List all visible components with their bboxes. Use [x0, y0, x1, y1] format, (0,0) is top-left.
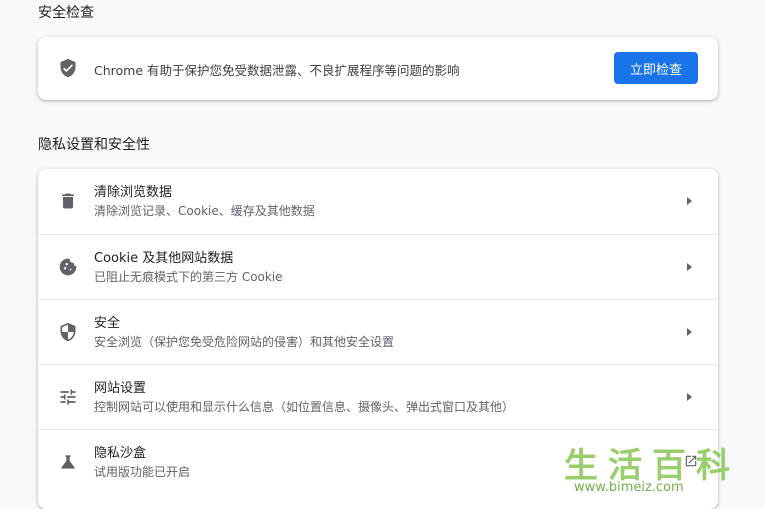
chevron-right-icon: [687, 328, 692, 336]
row-subtitle: 试用版功能已开启: [94, 465, 191, 479]
chevron-right-icon: [687, 197, 692, 205]
check-now-button[interactable]: 立即检查: [614, 52, 698, 84]
safety-check-description: Chrome 有助于保护您免受数据泄露、不良扩展程序等问题的影响: [94, 63, 460, 78]
safety-check-title: 安全检查: [38, 5, 94, 21]
privacy-settings-card: 清除浏览数据 清除浏览记录、Cookie、缓存及其他数据 Cookie 及其他网…: [38, 169, 718, 509]
row-title: 清除浏览数据: [94, 185, 173, 200]
clear-browsing-data-row[interactable]: 清除浏览数据 清除浏览记录、Cookie、缓存及其他数据: [38, 169, 718, 234]
safety-check-card: Chrome 有助于保护您免受数据泄露、不良扩展程序等问题的影响 立即检查: [38, 37, 718, 100]
privacy-security-title: 隐私设置和安全性: [38, 137, 150, 153]
chevron-right-icon: [687, 393, 692, 401]
chevron-right-icon: [687, 263, 692, 271]
row-subtitle: 控制网站可以使用和显示什么信息（如位置信息、摄像头、弹出式窗口及其他）: [94, 400, 515, 414]
row-subtitle: 安全浏览（保护您免受危险网站的侵害）和其他安全设置: [94, 335, 395, 349]
shield-check-icon: [58, 58, 78, 78]
row-title: 隐私沙盒: [94, 446, 147, 461]
flask-icon: [58, 452, 78, 472]
security-row[interactable]: 安全 安全浏览（保护您免受危险网站的侵害）和其他安全设置: [38, 299, 718, 365]
open-in-new-icon[interactable]: [684, 454, 698, 468]
row-title: Cookie 及其他网站数据: [94, 251, 234, 266]
tune-icon: [58, 387, 78, 407]
cookies-site-data-row[interactable]: Cookie 及其他网站数据 已阻止无痕模式下的第三方 Cookie: [38, 234, 718, 300]
row-subtitle: 已阻止无痕模式下的第三方 Cookie: [94, 270, 283, 284]
row-subtitle: 清除浏览记录、Cookie、缓存及其他数据: [94, 204, 315, 218]
cookie-icon: [58, 257, 78, 277]
trash-icon: [58, 191, 78, 211]
row-title: 网站设置: [94, 381, 147, 396]
row-title: 安全: [94, 316, 121, 331]
privacy-sandbox-row[interactable]: 隐私沙盒 试用版功能已开启: [38, 429, 718, 495]
site-settings-row[interactable]: 网站设置 控制网站可以使用和显示什么信息（如位置信息、摄像头、弹出式窗口及其他）: [38, 364, 718, 430]
shield-icon: [58, 322, 78, 342]
